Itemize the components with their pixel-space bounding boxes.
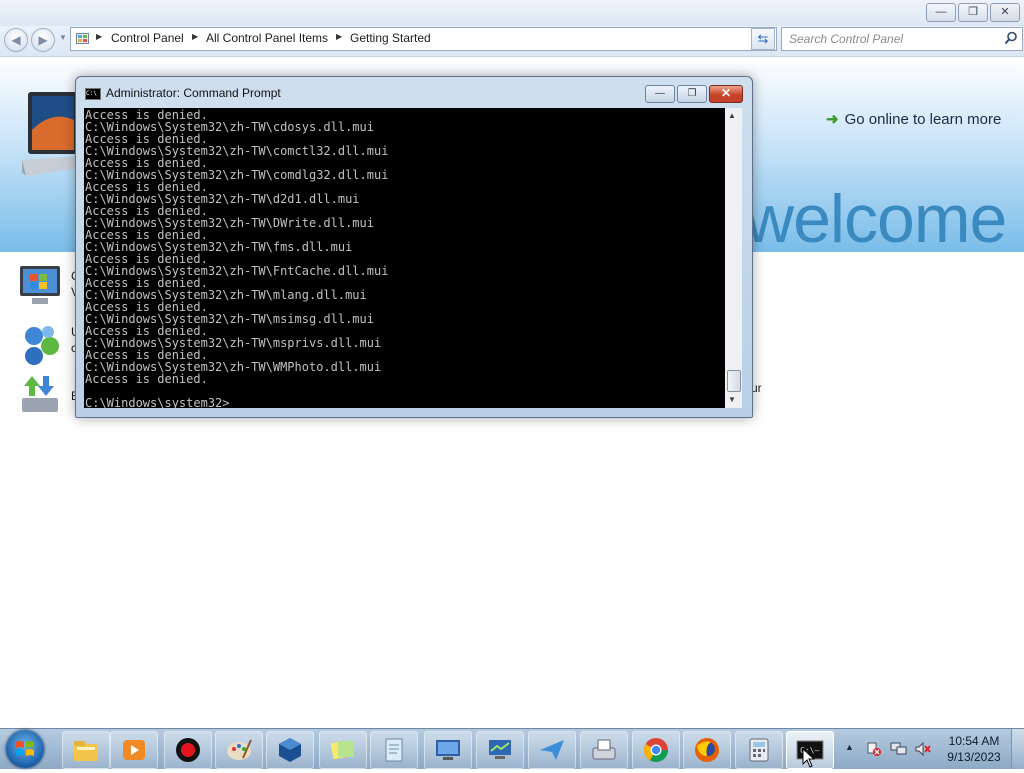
go-online-link[interactable]: ➜ Go online to learn more [826, 110, 1001, 128]
refresh-icon: ⇆ [757, 31, 769, 46]
control-panel-icon [76, 33, 89, 44]
remote-desktop-icon [436, 740, 460, 760]
back-button[interactable]: ◀ [4, 28, 28, 52]
action-center-icon[interactable] [866, 741, 882, 757]
taskbar-button-file-explorer[interactable] [62, 731, 110, 769]
media-player-icon [123, 740, 145, 760]
taskbar-button-record[interactable] [164, 731, 212, 769]
record-icon [176, 738, 200, 762]
taskbar-button-paint[interactable] [215, 731, 263, 769]
taskbar-button-firefox[interactable] [683, 731, 731, 769]
scroll-down-icon[interactable]: ▼ [728, 395, 736, 404]
paper-plane-icon [540, 740, 564, 760]
volume-muted-icon[interactable] [914, 741, 932, 757]
users-network-icon[interactable] [18, 322, 64, 368]
taskbar-button-network-monitor[interactable] [476, 731, 524, 769]
taskbar-button-notepad[interactable] [370, 731, 418, 769]
taskbar-button-fax[interactable] [580, 731, 628, 769]
forward-arrow-icon: ▶ [38, 33, 48, 47]
calculator-icon [749, 738, 769, 762]
taskbar: C:\— ▲ 10:54 AM 9/13/2023 [0, 728, 1024, 769]
breadcrumb-separator-icon[interactable]: ▶ [192, 32, 198, 41]
file-explorer-icon [74, 741, 98, 761]
windows-display-icon[interactable] [18, 264, 64, 310]
search-input[interactable]: Search Control Panel [781, 27, 1023, 51]
search-placeholder: Search Control Panel [789, 32, 904, 46]
maximize-button[interactable]: ❐ [677, 85, 707, 103]
taskbar-button-virtualbox[interactable] [266, 731, 314, 769]
window-title: Administrator: Command Prompt [106, 86, 281, 100]
breadcrumb-separator-icon[interactable]: ▶ [96, 32, 102, 41]
console-text: Access is denied. C:\Windows\System32\zh… [85, 108, 389, 408]
console-output[interactable]: Access is denied. C:\Windows\System32\zh… [84, 108, 725, 408]
paint-icon [227, 739, 252, 760]
navigation-bar: ◀ ▶ ▼ ▶ Control Panel ▶ All Control Pane… [0, 26, 1024, 57]
command-prompt-icon: C:\ [85, 88, 101, 100]
command-prompt-window[interactable]: C:\ Administrator: Command Prompt — ❐ ✕ … [75, 76, 753, 418]
breadcrumb-separator-icon[interactable]: ▶ [336, 32, 342, 41]
close-button[interactable]: ✕ [990, 3, 1020, 22]
scroll-up-icon[interactable]: ▲ [728, 111, 736, 120]
taskbar-button-sticky-notes[interactable] [319, 731, 367, 769]
clock-date: 9/13/2023 [947, 750, 1001, 764]
taskbar-button-chrome[interactable] [632, 731, 680, 769]
clock-time: 10:54 AM [948, 734, 1000, 748]
breadcrumb-all-items[interactable]: All Control Panel Items [206, 31, 328, 45]
windows-logo-icon [16, 741, 34, 756]
refresh-button[interactable]: ⇆ [751, 28, 775, 50]
fax-icon [592, 739, 616, 760]
taskbar-button-calculator[interactable] [735, 731, 783, 769]
system-clock[interactable]: 10:54 AM 9/13/2023 [940, 733, 1008, 765]
monitor-icon [22, 92, 80, 176]
sticky-notes-icon [330, 740, 354, 760]
search-icon[interactable] [1004, 31, 1018, 45]
maximize-button[interactable]: ❐ [958, 3, 988, 22]
show-hidden-icons[interactable]: ▲ [845, 742, 854, 752]
address-bar[interactable]: ▶ Control Panel ▶ All Control Panel Item… [70, 27, 777, 51]
mouse-cursor-icon [802, 748, 816, 768]
back-arrow-icon: ◀ [11, 33, 21, 47]
taskbar-button-paper-plane[interactable] [528, 731, 576, 769]
forward-button[interactable]: ▶ [31, 28, 55, 52]
window-caption-bar: — ❐ ✕ [0, 0, 1024, 26]
transfer-files-icon[interactable] [18, 372, 64, 418]
close-button[interactable]: ✕ [709, 85, 743, 103]
vertical-scrollbar[interactable]: ▲ ▼ [725, 108, 742, 408]
recent-pages-dropdown[interactable]: ▼ [59, 33, 67, 42]
virtualbox-icon [279, 738, 301, 762]
taskbar-button-media-player[interactable] [110, 731, 158, 769]
start-button[interactable] [6, 730, 44, 768]
network-icon[interactable] [890, 741, 908, 757]
taskbar-button-remote-desktop[interactable] [424, 731, 472, 769]
minimize-button[interactable]: — [926, 3, 956, 22]
green-arrow-icon: ➜ [826, 111, 839, 128]
show-desktop-button[interactable] [1011, 729, 1024, 769]
scrollbar-thumb[interactable] [727, 370, 741, 392]
welcome-heading: welcome [745, 181, 1007, 252]
minimize-button[interactable]: — [645, 85, 675, 103]
breadcrumb-getting-started[interactable]: Getting Started [350, 31, 431, 45]
breadcrumb-control-panel[interactable]: Control Panel [111, 31, 184, 45]
chrome-icon [643, 738, 668, 763]
go-online-text: Go online to learn more [844, 111, 1002, 128]
notepad-icon [385, 738, 403, 762]
firefox-icon [695, 738, 719, 762]
network-monitor-icon [489, 740, 511, 759]
